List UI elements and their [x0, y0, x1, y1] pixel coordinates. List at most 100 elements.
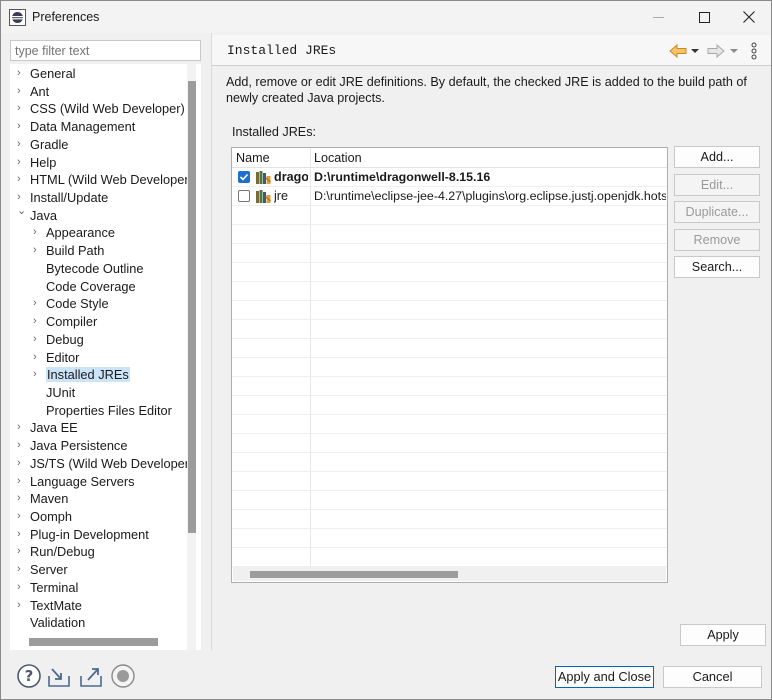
tree-item[interactable]: › Compiler — [33, 313, 97, 331]
tree-item[interactable]: › Installed JREs — [33, 366, 130, 384]
tree-item[interactable]: JUnit — [46, 384, 75, 402]
minimize-button[interactable] — [635, 1, 681, 33]
back-button[interactable] — [669, 41, 687, 61]
tree-item[interactable]: › Oomph — [17, 508, 72, 526]
chevron-right-icon[interactable]: › — [33, 242, 43, 260]
back-dropdown[interactable] — [691, 41, 699, 61]
preferences-tree[interactable]: › General › Ant › CSS (Wild Web Developer) › Da… — [10, 64, 201, 650]
chevron-right-icon[interactable]: › — [33, 313, 43, 331]
tree-item[interactable]: › Build Path — [33, 242, 104, 260]
chevron-right-icon[interactable]: › — [17, 65, 27, 83]
apply-button[interactable]: Apply — [680, 624, 766, 646]
chevron-right-icon[interactable]: › — [17, 171, 27, 189]
chevron-right-icon[interactable]: › — [33, 331, 43, 349]
tree-item[interactable]: Bytecode Outline — [46, 260, 143, 278]
chevron-right-icon[interactable]: › — [17, 154, 27, 172]
tree-item[interactable]: › Editor — [33, 349, 79, 367]
tree-vertical-scroll-thumb[interactable] — [188, 81, 196, 533]
duplicate-button[interactable]: Duplicate... — [674, 201, 760, 223]
chevron-right-icon[interactable]: › — [17, 136, 27, 154]
column-header-name[interactable]: Name — [236, 151, 270, 165]
tree-item[interactable]: › CSS (Wild Web Developer) — [17, 100, 185, 118]
search-button[interactable]: Search... — [674, 256, 760, 278]
chevron-right-icon[interactable]: › — [17, 526, 27, 544]
tree-item[interactable]: › Debug — [33, 331, 84, 349]
chevron-right-icon[interactable]: › — [17, 473, 27, 491]
chevron-down-icon[interactable]: ⌄ — [17, 203, 27, 221]
jre-checkbox[interactable] — [238, 190, 250, 202]
tree-item[interactable]: › Language Servers — [17, 473, 135, 491]
export-icon[interactable] — [78, 663, 104, 689]
back-arrow-icon — [669, 44, 687, 58]
chevron-right-icon[interactable]: › — [17, 490, 27, 508]
maximize-button[interactable] — [681, 1, 727, 33]
chevron-right-icon[interactable]: › — [17, 508, 27, 526]
chevron-right-icon[interactable]: › — [17, 597, 27, 615]
chevron-right-icon[interactable]: › — [17, 100, 27, 118]
chevron-right-icon[interactable]: › — [33, 366, 43, 384]
tree-item[interactable]: › Code Style — [33, 295, 109, 313]
tree-item[interactable]: › Server — [17, 561, 68, 579]
jre-table[interactable]: Name Location dragonwell-8.15.16 D:\runti… — [231, 147, 668, 583]
edit-button[interactable]: Edit... — [674, 174, 760, 196]
table-grid-line — [232, 452, 667, 453]
tree-item[interactable]: Validation — [30, 614, 85, 632]
view-menu-button[interactable] — [751, 41, 757, 61]
help-icon[interactable]: ? — [16, 663, 42, 689]
title-bar[interactable]: Preferences — [1, 1, 771, 33]
tree-item[interactable]: › Maven — [17, 490, 68, 508]
add-button[interactable]: Add... — [674, 146, 760, 168]
tree-item[interactable]: › General — [17, 65, 76, 83]
tree-item-label: Appearance — [46, 225, 116, 241]
remove-button[interactable]: Remove — [674, 229, 760, 251]
table-horizontal-scroll-thumb[interactable] — [250, 571, 458, 578]
column-header-location[interactable]: Location — [314, 151, 362, 165]
tree-item[interactable]: › Plug-in Development — [17, 526, 149, 544]
column-separator[interactable] — [310, 148, 311, 580]
chevron-right-icon[interactable]: › — [17, 419, 27, 437]
tree-item[interactable]: › Install/Update — [17, 189, 108, 207]
table-row[interactable]: dragonwell-8.15.16 D:\runtime\dragonwell-… — [232, 168, 667, 187]
tree-horizontal-scroll-thumb[interactable] — [29, 638, 158, 646]
close-button[interactable] — [726, 1, 772, 33]
tree-item[interactable]: › Java EE — [17, 419, 78, 437]
chevron-right-icon[interactable]: › — [17, 561, 27, 579]
tree-item[interactable]: › Appearance — [33, 224, 116, 242]
tree-item[interactable]: › JS/TS (Wild Web Developer) — [17, 455, 193, 473]
table-grid-line — [232, 490, 667, 491]
tree-item[interactable]: › Java Persistence — [17, 437, 127, 455]
tree-item[interactable]: Properties Files Editor — [46, 402, 172, 420]
chevron-right-icon[interactable]: › — [17, 437, 27, 455]
chevron-right-icon[interactable]: › — [33, 349, 43, 367]
chevron-right-icon[interactable]: › — [17, 83, 27, 101]
chevron-right-icon[interactable]: › — [33, 295, 43, 313]
tree-item[interactable]: › Help — [17, 154, 56, 172]
forward-dropdown[interactable] — [730, 41, 738, 61]
chevron-right-icon[interactable]: › — [33, 224, 43, 242]
chevron-right-icon[interactable]: › — [17, 118, 27, 136]
cancel-button[interactable]: Cancel — [663, 666, 762, 688]
jre-checkbox[interactable] — [238, 171, 250, 183]
chevron-right-icon[interactable]: › — [17, 543, 27, 561]
apply-and-close-button[interactable]: Apply and Close — [555, 666, 654, 688]
tree-item[interactable]: › Data Management — [17, 118, 135, 136]
chevron-right-icon[interactable]: › — [17, 579, 27, 597]
tree-item[interactable]: › Gradle — [17, 136, 68, 154]
table-row[interactable]: jre D:\runtime\eclipse-jee-4.27\plugins\o… — [232, 187, 667, 206]
tree-item[interactable]: › Ant — [17, 83, 49, 101]
tree-item[interactable]: ⌄ Java — [17, 205, 57, 225]
tree-item[interactable]: › HTML (Wild Web Developer) — [17, 171, 193, 189]
tree-item[interactable]: › TextMate — [17, 597, 82, 615]
record-icon[interactable] — [110, 663, 136, 689]
forward-button[interactable] — [707, 41, 725, 61]
chevron-right-icon[interactable]: › — [17, 455, 27, 473]
import-icon[interactable] — [46, 663, 72, 689]
tree-item-label: Java EE — [30, 420, 78, 436]
tree-item[interactable]: › Run/Debug — [17, 543, 95, 561]
jre-name-cell: jre — [274, 189, 288, 203]
jre-location-cell: D:\runtime\eclipse-jee-4.27\plugins\org.… — [314, 189, 666, 203]
filter-input[interactable] — [10, 40, 201, 61]
installed-jres-label: Installed JREs: — [232, 125, 316, 139]
tree-item[interactable]: › Terminal — [17, 579, 78, 597]
tree-item[interactable]: Code Coverage — [46, 278, 136, 296]
